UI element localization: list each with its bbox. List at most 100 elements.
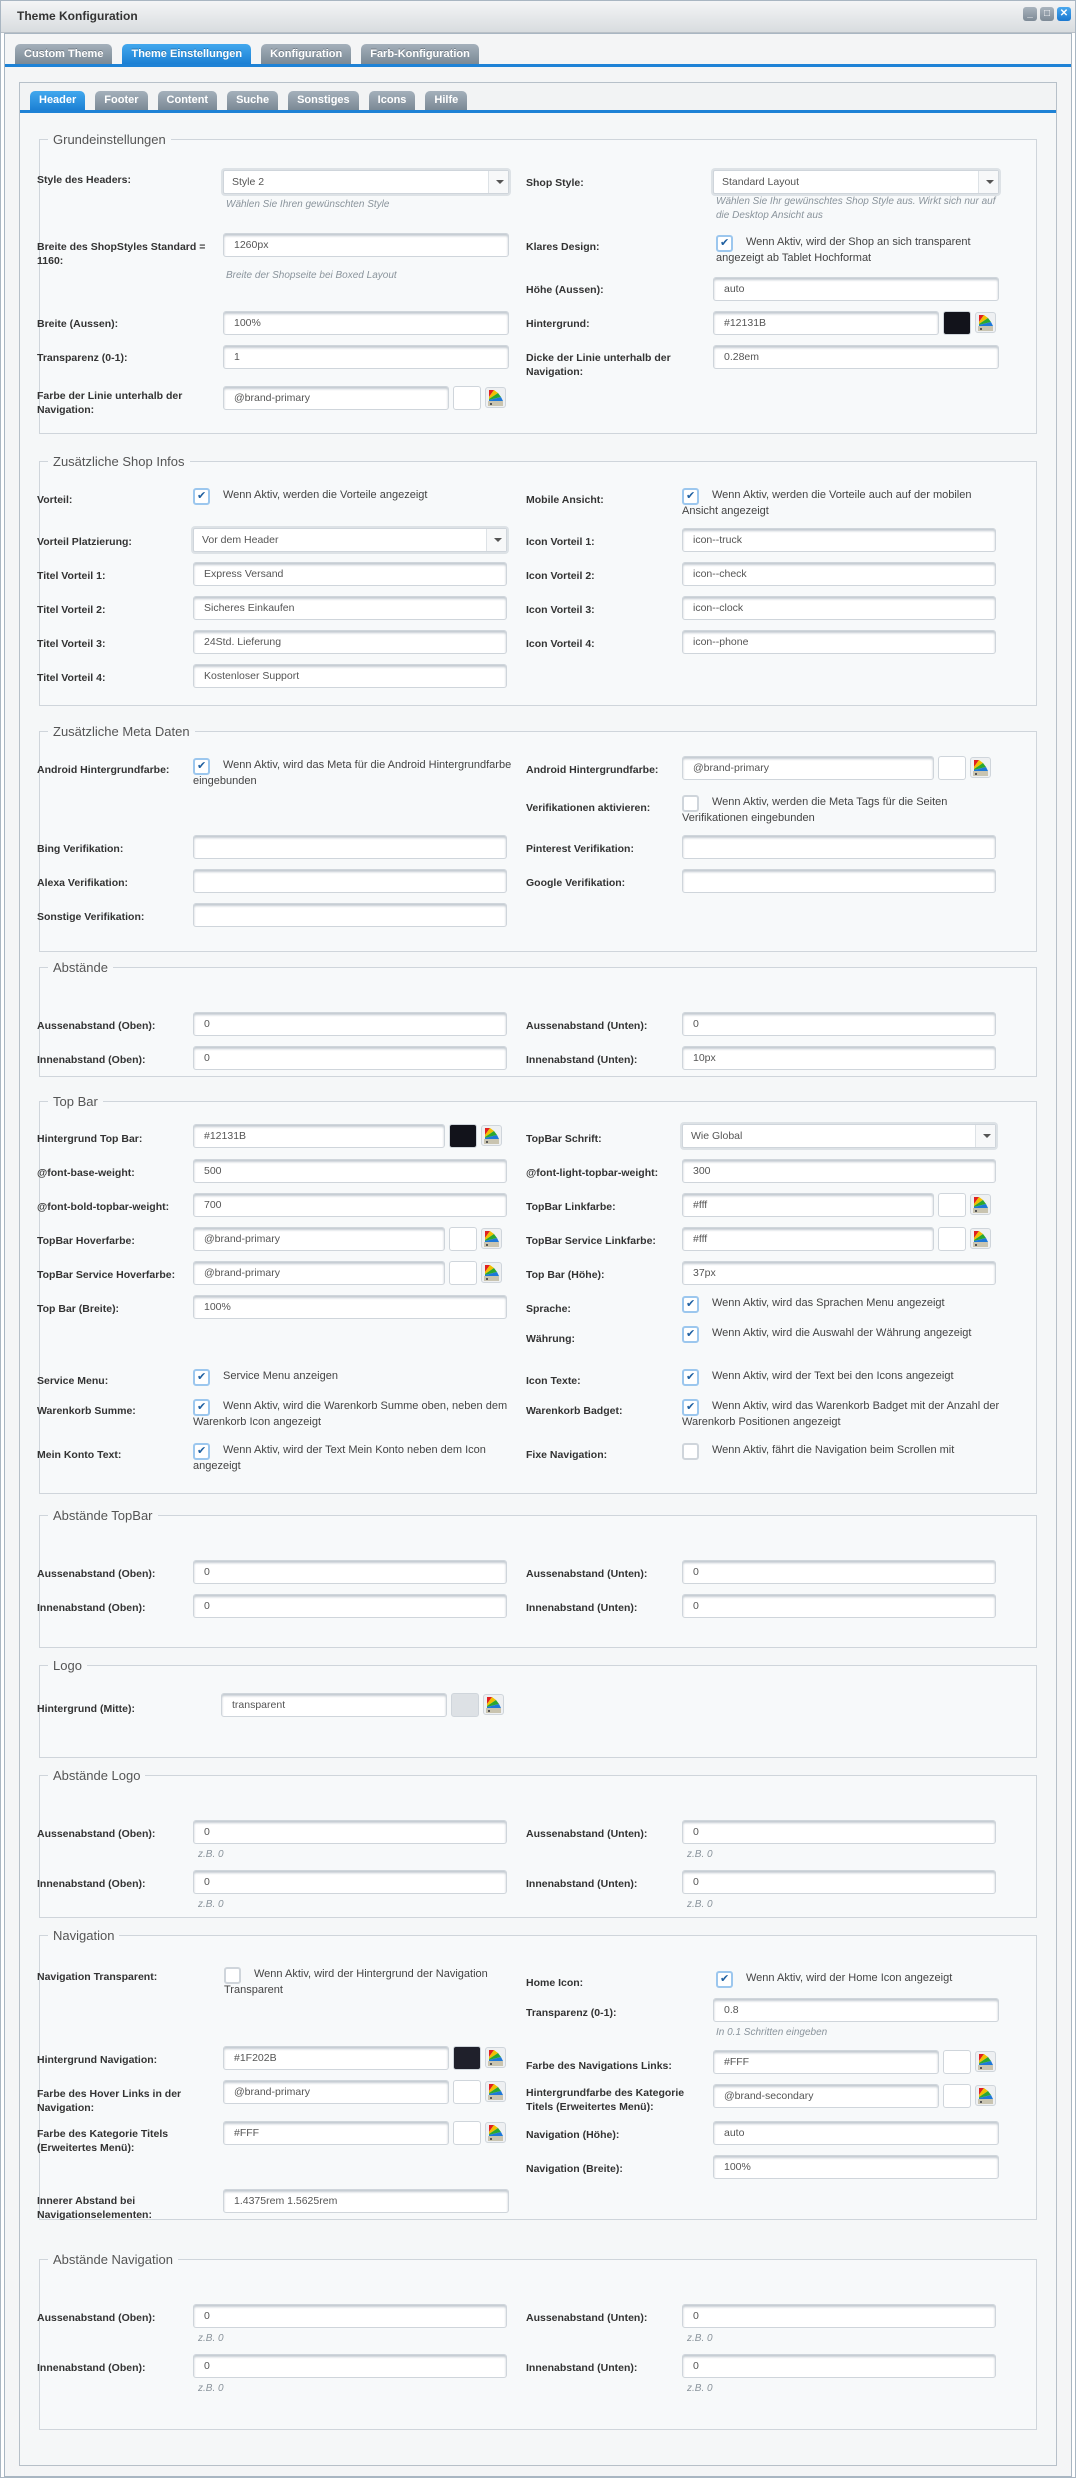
color-picker-icon[interactable] [975, 2085, 996, 2106]
text-input[interactable] [193, 664, 507, 688]
color-swatch[interactable] [451, 1693, 479, 1717]
text-input[interactable] [713, 2155, 999, 2179]
color-input[interactable] [223, 2121, 449, 2145]
text-input[interactable] [223, 2189, 509, 2213]
tab-konfiguration[interactable]: Konfiguration [261, 44, 352, 64]
text-input[interactable] [682, 2354, 996, 2378]
color-picker-icon[interactable] [970, 1228, 991, 1249]
shop-style-select[interactable]: Standard Layout [713, 170, 999, 194]
text-input[interactable] [713, 2121, 999, 2145]
color-input[interactable] [713, 2084, 939, 2108]
text-input[interactable] [193, 630, 507, 654]
text-input[interactable] [193, 1820, 507, 1844]
maximize-icon[interactable]: □ [1040, 7, 1054, 21]
text-input[interactable] [223, 233, 509, 257]
color-swatch[interactable] [449, 1261, 477, 1285]
color-swatch[interactable] [938, 756, 966, 780]
tab-farb-konfiguration[interactable]: Farb-Konfiguration [361, 44, 479, 64]
text-input[interactable] [682, 835, 996, 859]
topbar-font-select[interactable]: Wie Global [682, 1124, 996, 1148]
style-headers-select[interactable]: Style 2 [223, 170, 509, 194]
text-input[interactable] [193, 869, 507, 893]
color-input[interactable] [223, 386, 449, 410]
color-swatch[interactable] [453, 2121, 481, 2145]
text-input[interactable] [223, 345, 509, 369]
placement-select[interactable]: Vor dem Header [193, 528, 507, 552]
text-input[interactable] [193, 1594, 507, 1618]
title-bar[interactable]: Theme Konfiguration _ □ ✕ [1, 1, 1075, 33]
tab-content[interactable]: Content [157, 91, 218, 110]
text-input[interactable] [193, 1193, 507, 1217]
tab-suche[interactable]: Suche [227, 91, 279, 110]
text-input[interactable] [682, 1012, 996, 1036]
text-input[interactable] [713, 345, 999, 369]
text-input[interactable] [193, 1046, 507, 1070]
tab-hilfe[interactable]: Hilfe [425, 91, 468, 110]
text-input[interactable] [193, 2304, 507, 2328]
tab-footer[interactable]: Footer [95, 91, 148, 110]
color-input[interactable] [713, 311, 939, 335]
text-input[interactable] [682, 1870, 996, 1894]
color-picker-icon[interactable] [975, 2051, 996, 2072]
text-input[interactable] [713, 277, 999, 301]
text-input[interactable] [193, 562, 507, 586]
text-input[interactable] [682, 1261, 996, 1285]
text-input[interactable] [193, 835, 507, 859]
color-input[interactable] [193, 1227, 445, 1251]
color-swatch[interactable] [449, 1124, 477, 1148]
color-swatch[interactable] [453, 386, 481, 410]
text-input[interactable] [682, 562, 996, 586]
color-picker-icon[interactable] [481, 1228, 502, 1249]
color-swatch[interactable] [453, 2046, 481, 2070]
minimize-icon[interactable]: _ [1023, 7, 1037, 21]
color-input[interactable] [221, 1693, 447, 1717]
text-input[interactable] [193, 903, 507, 927]
text-input[interactable] [682, 596, 996, 620]
text-input[interactable] [682, 2304, 996, 2328]
text-input[interactable] [682, 1159, 996, 1183]
text-input[interactable] [682, 528, 996, 552]
color-input[interactable] [713, 2050, 939, 2074]
color-swatch[interactable] [449, 1227, 477, 1251]
text-input[interactable] [682, 630, 996, 654]
close-icon[interactable]: ✕ [1057, 7, 1071, 21]
color-swatch[interactable] [938, 1193, 966, 1217]
color-swatch[interactable] [943, 2084, 971, 2108]
color-input[interactable] [223, 2046, 449, 2070]
color-picker-icon[interactable] [481, 1125, 502, 1146]
tab-sonstiges[interactable]: Sonstiges [288, 91, 359, 110]
text-input[interactable] [682, 1820, 996, 1844]
color-swatch[interactable] [938, 1227, 966, 1251]
color-picker-icon[interactable] [970, 757, 991, 778]
text-input[interactable] [193, 1159, 507, 1183]
color-input[interactable] [682, 1193, 934, 1217]
color-input[interactable] [193, 1261, 445, 1285]
color-picker-icon[interactable] [485, 387, 506, 408]
text-input[interactable] [682, 1046, 996, 1070]
text-input[interactable] [223, 311, 509, 335]
color-picker-icon[interactable] [485, 2047, 506, 2068]
tab-icons[interactable]: Icons [368, 91, 416, 110]
color-picker-icon[interactable] [970, 1194, 991, 1215]
color-picker-icon[interactable] [485, 2122, 506, 2143]
text-input[interactable] [193, 1012, 507, 1036]
text-input[interactable] [193, 1870, 507, 1894]
color-swatch[interactable] [943, 311, 971, 335]
color-input[interactable] [682, 756, 934, 780]
text-input[interactable] [193, 1560, 507, 1584]
tab-header[interactable]: Header [30, 91, 86, 110]
color-picker-icon[interactable] [485, 2081, 506, 2102]
text-input[interactable] [193, 2354, 507, 2378]
text-input[interactable] [193, 596, 507, 620]
color-swatch[interactable] [453, 2080, 481, 2104]
color-picker-icon[interactable] [975, 312, 996, 333]
tab-custom-theme[interactable]: Custom Theme [15, 44, 113, 64]
color-input[interactable] [193, 1124, 445, 1148]
text-input[interactable] [713, 1998, 999, 2022]
text-input[interactable] [193, 1295, 507, 1319]
color-input[interactable] [682, 1227, 934, 1251]
text-input[interactable] [682, 1594, 996, 1618]
tab-theme-einstellungen[interactable]: Theme Einstellungen [122, 44, 252, 64]
text-input[interactable] [682, 1560, 996, 1584]
color-picker-icon[interactable] [481, 1262, 502, 1283]
